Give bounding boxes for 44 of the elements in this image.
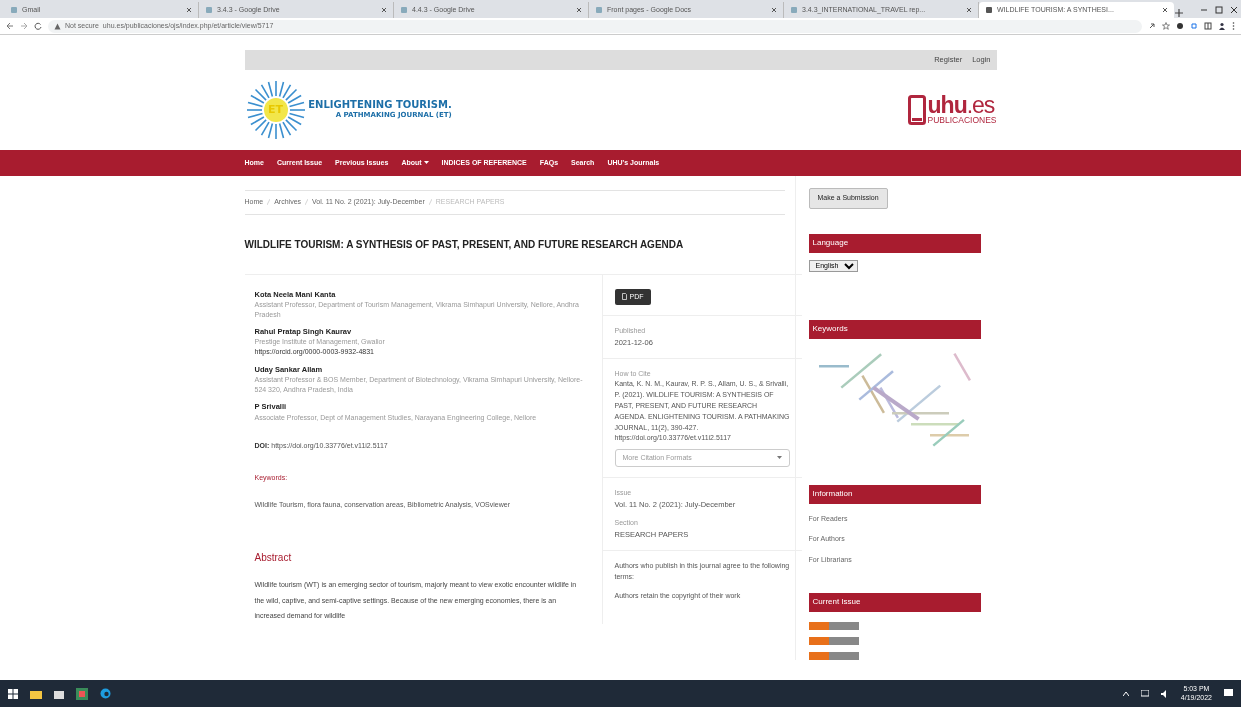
star-icon[interactable] [1162, 22, 1170, 30]
browser-icon[interactable] [100, 688, 111, 699]
logo-mark: ET [268, 101, 283, 118]
share-icon[interactable] [1148, 22, 1156, 30]
app-icon[interactable] [76, 687, 88, 700]
block-heading: Language [808, 233, 981, 253]
publisher-name: uhu.es [927, 95, 995, 117]
page-icon [790, 6, 798, 14]
abstract-heading: Abstract [254, 551, 293, 566]
close-icon[interactable] [966, 7, 972, 13]
block-heading: Current Issue [808, 593, 981, 612]
article-title: WILDLIFE TOURISM: A SYNTHESIS OF PAST, PRESENT, AND FUTURE RESEARCH AGENDA [244, 237, 685, 252]
document-icon [621, 293, 627, 301]
close-icon[interactable] [1229, 6, 1238, 14]
logo-title: ENLIGHTENING TOURISM. [308, 99, 452, 110]
close-icon[interactable] [186, 7, 192, 13]
phone-icon [907, 95, 926, 125]
page-icon [10, 6, 18, 14]
menu-icon[interactable] [1232, 22, 1235, 30]
minimize-icon[interactable] [1199, 6, 1208, 14]
new-tab-icon[interactable] [1174, 8, 1184, 18]
caret-icon[interactable] [1122, 691, 1129, 696]
page-icon [400, 6, 408, 14]
windows-icon[interactable] [8, 688, 18, 699]
reload-icon[interactable] [34, 22, 42, 30]
close-icon[interactable] [381, 7, 387, 13]
warning-icon [54, 22, 61, 30]
caret-icon [776, 456, 782, 461]
page-icon [595, 6, 603, 14]
close-icon[interactable] [576, 7, 582, 13]
block-heading: Information [808, 484, 981, 504]
close-icon[interactable] [771, 7, 777, 13]
back-icon[interactable] [6, 22, 14, 30]
speaker-icon[interactable] [1160, 689, 1169, 698]
profile-icon[interactable] [1218, 22, 1226, 30]
block-heading: Keywords [808, 319, 981, 339]
sidebar-icon[interactable] [1204, 22, 1212, 30]
page-icon [205, 6, 213, 14]
page-icon [985, 6, 993, 14]
sunburst-icon [244, 79, 307, 141]
publisher-subtitle: PUBLICACIONES [927, 116, 997, 125]
maximize-icon[interactable] [1214, 6, 1223, 14]
close-icon[interactable] [1162, 7, 1168, 13]
folder-icon[interactable] [30, 688, 42, 699]
